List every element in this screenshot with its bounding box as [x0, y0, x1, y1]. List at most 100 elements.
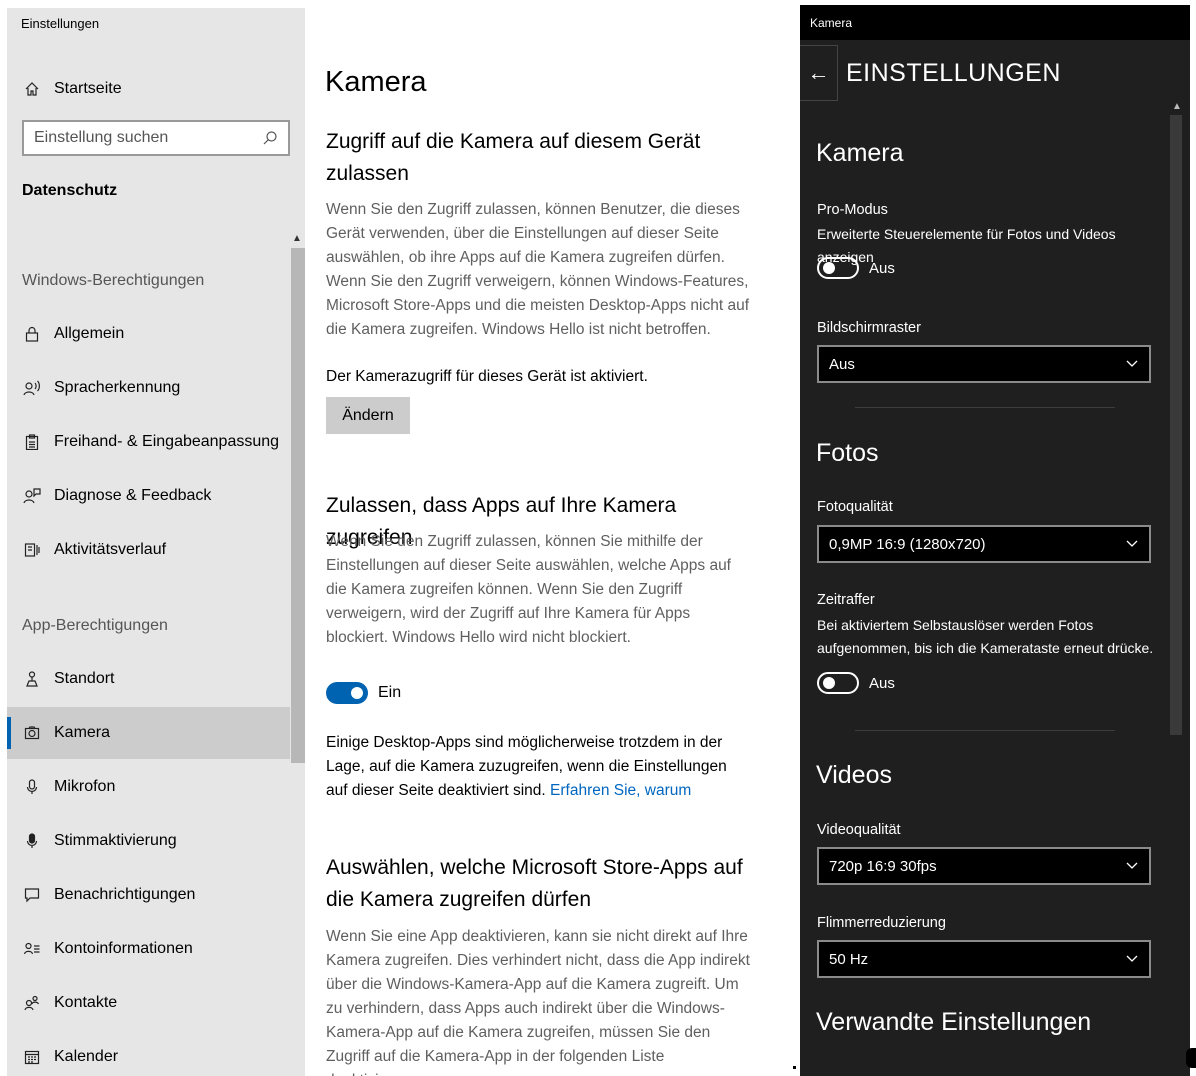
chevron-down-icon: [1125, 951, 1139, 965]
search-box[interactable]: [22, 120, 290, 156]
video-quality-select[interactable]: 720p 16:9 30fps: [817, 847, 1151, 885]
stray-dot: [793, 1066, 796, 1069]
change-button[interactable]: Ändern: [326, 397, 410, 434]
apps-access-toggle[interactable]: [326, 682, 368, 704]
sidebar-item-label: Aktivitätsverlauf: [54, 541, 167, 558]
home-link[interactable]: Startseite: [22, 74, 122, 104]
sidebar-item-kontakte[interactable]: Kontakte: [7, 977, 290, 1029]
pro-mode-toggle-row[interactable]: Aus: [817, 257, 895, 279]
sidebar-item-label: Kontoinformationen: [54, 940, 193, 957]
page-title: Kamera: [325, 66, 427, 98]
timelapse-toggle[interactable]: [817, 672, 859, 694]
sidebar-item-diagnose[interactable]: Diagnose & Feedback: [7, 470, 290, 522]
camera-app-window: Kamera ← EINSTELLUNGEN ▲ Kamera Pro-Modu…: [800, 5, 1190, 1076]
sidebar-item-kalender[interactable]: Kalender: [7, 1031, 290, 1076]
learn-more-link[interactable]: Erfahren Sie, warum: [550, 782, 691, 799]
notification-icon: [22, 887, 42, 903]
calendar-icon: [22, 1049, 42, 1065]
apps-access-toggle-label: Ein: [378, 684, 402, 701]
search-icon[interactable]: [262, 130, 278, 146]
camera-section-heading: Kamera: [816, 139, 904, 167]
grid-select[interactable]: Aus: [817, 345, 1151, 383]
content-pane: Kamera Zugriff auf die Kamera auf diesem…: [305, 0, 795, 1076]
camera-scroll-up-icon[interactable]: ▲: [1172, 101, 1182, 112]
camera-window-title: Kamera: [810, 16, 853, 30]
store-apps-description: Wenn Sie eine App deaktivieren, kann sie…: [326, 928, 750, 1076]
photo-quality-value: 0,9MP 16:9 (1280x720): [829, 535, 986, 553]
settings-sidebar: Einstellungen Startseite Datenschutz ▲ W…: [7, 8, 305, 1076]
scroll-up-arrow-icon[interactable]: ▲: [292, 233, 302, 244]
sidebar-item-benachrichtigungen[interactable]: Benachrichtigungen: [7, 869, 290, 921]
camera-settings-header: ← EINSTELLUNGEN: [800, 45, 1061, 101]
sidebar-item-allgemein[interactable]: Allgemein: [7, 308, 290, 360]
sidebar-item-freihand[interactable]: Freihand- & Eingabeanpassung: [7, 416, 290, 468]
camera-settings-title: EINSTELLUNGEN: [846, 58, 1061, 87]
pro-mode-toggle[interactable]: [817, 257, 859, 279]
sidebar-scrollbar[interactable]: [291, 248, 305, 763]
device-access-heading: Zugriff auf die Kamera auf diesem Gerät …: [326, 130, 701, 185]
pro-mode-label: Pro-Modus: [817, 202, 888, 218]
sidebar-item-label: Kontakte: [54, 994, 118, 1011]
sidebar-item-standort[interactable]: Standort: [7, 653, 290, 705]
grid-select-value: Aus: [829, 355, 855, 373]
feedback-icon: [22, 488, 42, 504]
apps-access-description: Wenn Sie den Zugriff zulassen, können Si…: [326, 533, 731, 646]
flicker-label: Flimmerreduzierung: [817, 915, 946, 931]
flicker-select[interactable]: 50 Hz: [817, 940, 1151, 978]
pro-mode-toggle-label: Aus: [869, 259, 895, 277]
microphone-icon: [22, 779, 42, 795]
sidebar-item-label: Allgemein: [54, 325, 125, 342]
sidebar-item-spracherkennung[interactable]: Spracherkennung: [7, 362, 290, 414]
apps-access-toggle-row[interactable]: Ein: [326, 682, 401, 704]
sidebar-item-label: Standort: [54, 670, 115, 687]
home-label: Startseite: [54, 80, 122, 97]
timelapse-label: Zeitraffer: [817, 592, 875, 608]
group-heading-windows: Windows-Berechtigungen: [22, 272, 205, 289]
sidebar-item-kamera[interactable]: Kamera: [7, 707, 290, 759]
timelapse-description: Bei aktiviertem Selbstauslöser werden Fo…: [817, 617, 1154, 656]
device-access-description: Wenn Sie den Zugriff zulassen, können Be…: [326, 201, 750, 338]
edge-handle: [1186, 1048, 1196, 1068]
timelapse-toggle-row[interactable]: Aus: [817, 672, 895, 694]
sidebar-item-label: Benachrichtigungen: [54, 886, 196, 903]
chevron-down-icon: [1125, 356, 1139, 370]
home-icon: [22, 81, 42, 97]
section-heading: Datenschutz: [22, 182, 118, 199]
photo-quality-select[interactable]: 0,9MP 16:9 (1280x720): [817, 525, 1151, 563]
sidebar-item-stimmaktivierung[interactable]: Stimmaktivierung: [7, 815, 290, 867]
section-divider: [855, 407, 1115, 408]
search-input[interactable]: [34, 129, 262, 147]
chevron-down-icon: [1125, 536, 1139, 550]
sidebar-item-label: Stimmaktivierung: [54, 832, 177, 849]
grid-label: Bildschirmraster: [817, 320, 921, 336]
related-settings-heading: Verwandte Einstellungen: [816, 1008, 1092, 1036]
camera-icon: [22, 725, 42, 741]
section-divider: [855, 730, 1115, 731]
chevron-down-icon: [1125, 858, 1139, 872]
back-arrow-icon[interactable]: ←: [800, 45, 838, 101]
video-quality-value: 720p 16:9 30fps: [829, 857, 937, 875]
contacts-icon: [22, 995, 42, 1011]
location-icon: [22, 671, 42, 687]
sidebar-item-label: Kamera: [54, 724, 111, 741]
sidebar-item-label: Mikrofon: [54, 778, 116, 795]
sidebar-item-label: Diagnose & Feedback: [54, 487, 212, 504]
window-title: Einstellungen: [21, 16, 100, 31]
speech-icon: [22, 380, 42, 396]
clipboard-icon: [22, 434, 42, 450]
sidebar-item-label: Spracherkennung: [54, 379, 181, 396]
sidebar-item-aktivitaetsverlauf[interactable]: Aktivitätsverlauf: [7, 524, 290, 576]
account-icon: [22, 941, 42, 957]
store-apps-heading: Auswählen, welche Microsoft Store-Apps a…: [326, 856, 743, 911]
desktop-apps-note: Einige Desktop-Apps sind möglicherweise …: [326, 731, 751, 803]
camera-titlebar: Kamera: [800, 5, 1190, 40]
voice-icon: [22, 833, 42, 849]
photos-section-heading: Fotos: [816, 439, 879, 467]
sidebar-item-mikrofon[interactable]: Mikrofon: [7, 761, 290, 813]
sidebar-item-label: Freihand- & Eingabeanpassung: [54, 433, 280, 450]
timelapse-toggle-label: Aus: [869, 674, 895, 692]
videos-section-heading: Videos: [816, 761, 892, 789]
camera-scrollbar[interactable]: [1170, 115, 1182, 735]
sidebar-item-kontoinformationen[interactable]: Kontoinformationen: [7, 923, 290, 975]
group-heading-apps: App-Berechtigungen: [22, 617, 168, 634]
